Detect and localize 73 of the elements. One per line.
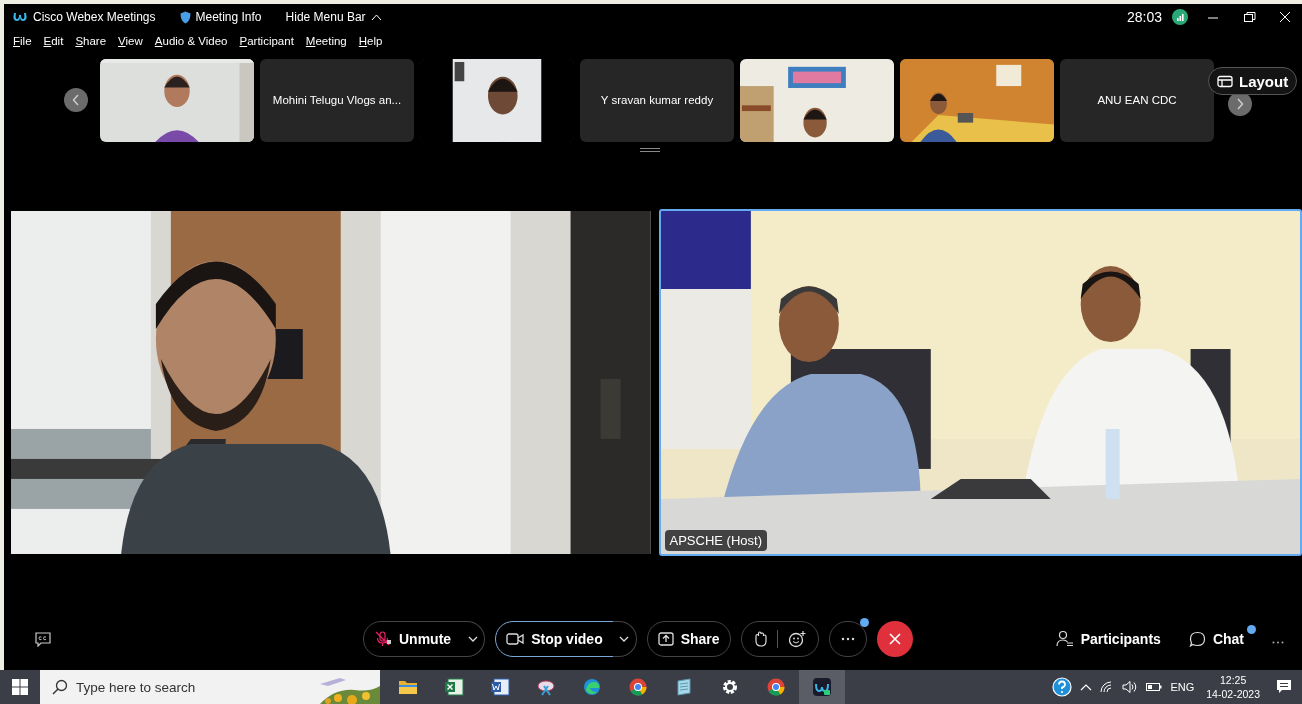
raise-hand-icon[interactable] [752, 631, 767, 647]
muted-microphone-icon [374, 630, 392, 648]
settings-icon [720, 677, 740, 697]
chevron-left-icon [72, 94, 80, 106]
participant-name: Mohini Telugu Vlogs an... [272, 94, 402, 106]
leave-meeting-button[interactable] [876, 621, 913, 657]
clock-time[interactable]: 12:25 [1220, 673, 1247, 687]
close-icon [888, 633, 901, 645]
ellipsis-icon[interactable] [1272, 641, 1284, 644]
resize-handle[interactable] [640, 148, 660, 152]
ellipsis-icon [840, 637, 855, 641]
participant-name: ANU EAN CDC [1097, 94, 1177, 106]
browser-icon [582, 677, 602, 697]
notepad-icon [674, 677, 694, 697]
participant-name: Y sravan kumar reddy [600, 94, 714, 106]
menu-item[interactable]: Audio & Video [154, 35, 228, 47]
scissors-icon [536, 677, 556, 697]
layout-icon [1217, 74, 1233, 88]
menu-item[interactable]: View [118, 35, 143, 47]
caret-down-icon [467, 636, 478, 642]
camera-icon [506, 632, 525, 646]
app-icon [812, 677, 832, 697]
menu-item[interactable]: File [13, 35, 32, 47]
search-box[interactable]: Type here to search [40, 670, 380, 704]
more-options-button[interactable] [828, 621, 867, 657]
participants-icon [1055, 630, 1074, 648]
captions-icon[interactable] [34, 631, 52, 647]
participants-button[interactable]: Participants [1055, 630, 1161, 648]
speaker-icon[interactable] [1122, 680, 1139, 694]
menu-item[interactable]: Share [75, 35, 107, 47]
notification-icon[interactable] [1276, 679, 1292, 695]
hide-menu-bar-button[interactable]: Hide Menu Bar [285, 10, 382, 24]
search-field[interactable]: Type here to search [76, 672, 296, 702]
share-screen-icon [657, 632, 674, 646]
dropdown-button[interactable] [612, 621, 637, 657]
chat-icon [1188, 630, 1206, 648]
menu-item[interactable]: Meeting [305, 35, 347, 47]
menu-item[interactable]: Participant [239, 35, 294, 47]
search-icon [52, 679, 68, 695]
document-icon [490, 677, 510, 697]
participant-name: APSCHE (Host) [664, 530, 767, 551]
menu-item[interactable]: Edit [43, 35, 64, 47]
participant-tile[interactable]: Mohini Telugu Vlogs an... [260, 58, 414, 142]
meeting-info-button[interactable]: Meeting Info [179, 10, 262, 24]
caret-down-icon [619, 636, 630, 642]
language-indicator[interactable]: ENG [1170, 681, 1195, 693]
menu-item[interactable]: Help [358, 35, 383, 47]
previous-button[interactable] [64, 88, 88, 112]
unmute-button[interactable]: Unmute [363, 621, 463, 657]
clock-date[interactable]: 14-02-2023 [1206, 687, 1260, 701]
emoji-icon[interactable] [788, 630, 807, 648]
chevron-right-icon [1236, 98, 1244, 110]
participant-tile[interactable]: Y sravan kumar reddy [580, 58, 734, 142]
stop-video-button[interactable]: Stop video [495, 621, 614, 657]
meeting-timer: 28:03 [1126, 9, 1162, 25]
app-title: Cisco Webex Meetings [33, 10, 156, 24]
share-button[interactable]: Share [646, 621, 731, 657]
caret-up-icon [370, 13, 382, 21]
windows-start-icon[interactable] [12, 679, 28, 695]
shield-icon [179, 10, 191, 24]
dropdown-button[interactable] [461, 621, 486, 657]
webex-logo-icon [12, 11, 28, 23]
taskbar-button[interactable] [799, 670, 845, 704]
browser-icon [628, 677, 648, 697]
layout-button[interactable]: Layout [1208, 67, 1298, 95]
spreadsheet-icon [444, 677, 464, 697]
help-icon[interactable] [1052, 677, 1073, 697]
browser-icon [766, 677, 786, 697]
signal-icon [1172, 9, 1188, 25]
participant-tile[interactable]: ANU EAN CDC [1060, 58, 1214, 142]
chat-button[interactable]: Chat [1188, 630, 1244, 648]
battery-icon[interactable] [1146, 682, 1163, 692]
chevron-up-icon[interactable] [1080, 683, 1093, 691]
